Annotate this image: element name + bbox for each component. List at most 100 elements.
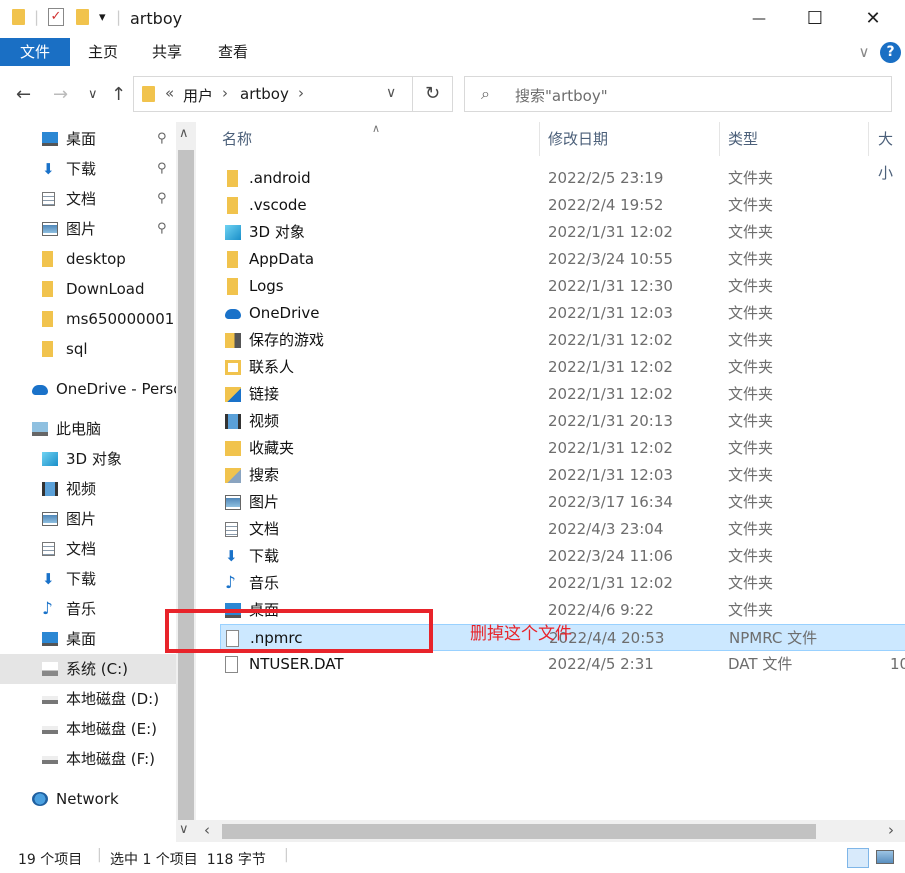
sidebar-item[interactable]: Network	[0, 784, 176, 814]
file-row[interactable]: 联系人 2022/1/31 12:02 文件夹	[220, 354, 905, 381]
column-header-name[interactable]: 名称	[222, 122, 252, 156]
address-dropdown-button[interactable]: ∨	[386, 85, 396, 101]
pin-icon[interactable]: ⚲	[157, 184, 167, 214]
file-row[interactable]: OneDrive 2022/1/31 12:03 文件夹	[220, 300, 905, 327]
search-input[interactable]: ⌕ 搜索"artboy"	[464, 76, 892, 112]
customize-quick-access-dropdown[interactable]: ▾	[99, 10, 106, 30]
breadcrumb-separator[interactable]: ›	[298, 84, 304, 102]
file-row[interactable]: 图片 2022/3/17 16:34 文件夹	[220, 489, 905, 516]
pin-icon[interactable]: ⚲	[157, 214, 167, 244]
drive-icon	[42, 726, 58, 734]
file-name: .vscode	[249, 196, 307, 214]
properties-icon[interactable]: ✓	[48, 8, 64, 26]
contacts-icon	[225, 360, 241, 375]
sidebar-item[interactable]: 文档	[0, 534, 176, 564]
maximize-button[interactable]: ☐	[787, 0, 843, 38]
file-row[interactable]: 链接 2022/1/31 12:02 文件夹	[220, 381, 905, 408]
file-name: 链接	[249, 385, 280, 403]
help-button[interactable]: ?	[880, 42, 901, 63]
file-row[interactable]: .android 2022/2/5 23:19 文件夹	[220, 165, 905, 192]
sidebar-item[interactable]: 文档 ⚲	[0, 184, 176, 214]
column-header-type[interactable]: 类型	[728, 122, 758, 156]
pin-icon[interactable]: ⚲	[157, 124, 167, 154]
file-row[interactable]: 3D 对象 2022/1/31 12:02 文件夹	[220, 219, 905, 246]
sidebar-item[interactable]: 桌面	[0, 624, 176, 654]
minimize-button[interactable]: —	[731, 0, 787, 38]
file-row[interactable]: ♪ 音乐 2022/1/31 12:02 文件夹	[220, 570, 905, 597]
breadcrumb-separator[interactable]: ›	[222, 84, 228, 102]
column-divider[interactable]	[719, 122, 720, 156]
sidebar-item[interactable]: 3D 对象	[0, 444, 176, 474]
sidebar-item[interactable]: 桌面 ⚲	[0, 124, 176, 154]
refresh-button[interactable]: ↻	[413, 76, 453, 112]
file-type: 文件夹	[728, 520, 774, 538]
file-row[interactable]: 文档 2022/4/3 23:04 文件夹	[220, 516, 905, 543]
close-button[interactable]: ✕	[845, 0, 901, 38]
file-row[interactable]: 收藏夹 2022/1/31 12:02 文件夹	[220, 435, 905, 462]
file-row[interactable]: 搜索 2022/1/31 12:03 文件夹	[220, 462, 905, 489]
column-divider[interactable]	[539, 122, 540, 156]
up-button[interactable]: ↑	[111, 84, 126, 105]
sidebar-item[interactable]: 视频	[0, 474, 176, 504]
column-header-size[interactable]: 大小	[878, 122, 905, 182]
file-name: 图片	[249, 493, 280, 511]
scrollbar-thumb[interactable]	[222, 824, 816, 839]
sidebar-item[interactable]: ♪ 音乐	[0, 594, 176, 624]
new-folder-icon[interactable]	[76, 9, 89, 29]
tab-file[interactable]: 文件	[0, 38, 70, 66]
sidebar-item[interactable]: 本地磁盘 (E:)	[0, 714, 176, 744]
sidebar-item[interactable]: ms650000001	[0, 304, 176, 334]
breadcrumb-item-users[interactable]: 用户	[183, 85, 213, 106]
scroll-down-button[interactable]: ∨	[179, 822, 189, 837]
file-row[interactable]: Logs 2022/1/31 12:30 文件夹	[220, 273, 905, 300]
ribbon-tabs: 文件 主页 共享 查看 ∨ ?	[0, 38, 905, 68]
tab-share[interactable]: 共享	[144, 38, 190, 66]
sidebar-item[interactable]: 此电脑	[0, 414, 176, 444]
sidebar-item[interactable]: 本地磁盘 (F:)	[0, 744, 176, 774]
file-type: 文件夹	[728, 493, 774, 511]
recent-locations-button[interactable]: ∨	[88, 87, 98, 102]
file-row[interactable]: .vscode 2022/2/4 19:52 文件夹	[220, 192, 905, 219]
breadcrumb-item-artboy[interactable]: artboy	[240, 85, 289, 103]
sidebar-item[interactable]: sql	[0, 334, 176, 364]
folder-icon	[142, 86, 155, 106]
file-row[interactable]: AppData 2022/3/24 10:55 文件夹	[220, 246, 905, 273]
file-date: 2022/4/5 2:31	[548, 655, 654, 673]
sidebar-item[interactable]: 图片 ⚲	[0, 214, 176, 244]
scroll-left-button[interactable]: ‹	[204, 821, 210, 839]
sidebar-item[interactable]: OneDrive - Perso	[0, 374, 176, 404]
details-view-icon[interactable]	[847, 848, 869, 868]
file-type: 文件夹	[728, 331, 774, 349]
address-bar[interactable]: « 用户 › artboy › ∨	[133, 76, 413, 112]
search-placeholder: 搜索"artboy"	[515, 87, 608, 105]
sidebar-item[interactable]: DownLoad	[0, 274, 176, 304]
breadcrumb-overflow[interactable]: «	[165, 84, 174, 102]
tab-home[interactable]: 主页	[80, 38, 126, 66]
sidebar-item[interactable]: 图片	[0, 504, 176, 534]
desktop-icon	[42, 632, 58, 646]
scroll-up-button[interactable]: ∧	[179, 126, 189, 141]
selection-info: 选中 1 个项目 118 字节	[110, 852, 266, 868]
file-row[interactable]: NTUSER.DAT 2022/4/5 2:31 DAT 文件 10	[220, 651, 905, 678]
large-icons-view-icon[interactable]	[876, 850, 894, 864]
sidebar-item[interactable]: 系统 (C:)	[0, 654, 176, 684]
file-row[interactable]: 视频 2022/1/31 20:13 文件夹	[220, 408, 905, 435]
sidebar-item-label: sql	[66, 340, 88, 358]
file-row[interactable]: 保存的游戏 2022/1/31 12:02 文件夹	[220, 327, 905, 354]
tab-view[interactable]: 查看	[210, 38, 256, 66]
scrollbar-thumb[interactable]	[178, 150, 194, 820]
back-button[interactable]: ←	[16, 84, 31, 105]
file-type: 文件夹	[728, 223, 774, 241]
sidebar-item-label: ms650000001	[66, 310, 175, 328]
sidebar-item[interactable]: ⬇ 下载	[0, 564, 176, 594]
column-header-date[interactable]: 修改日期	[548, 122, 608, 156]
forward-button[interactable]: →	[53, 84, 68, 105]
sidebar-item[interactable]: ⬇ 下载 ⚲	[0, 154, 176, 184]
sidebar-item[interactable]: 本地磁盘 (D:)	[0, 684, 176, 714]
expand-ribbon-button[interactable]: ∨	[852, 38, 876, 66]
sidebar-item[interactable]: desktop	[0, 244, 176, 274]
pin-icon[interactable]: ⚲	[157, 154, 167, 184]
file-row[interactable]: ⬇ 下载 2022/3/24 11:06 文件夹	[220, 543, 905, 570]
column-divider[interactable]	[868, 122, 869, 156]
scroll-right-button[interactable]: ›	[888, 821, 894, 839]
